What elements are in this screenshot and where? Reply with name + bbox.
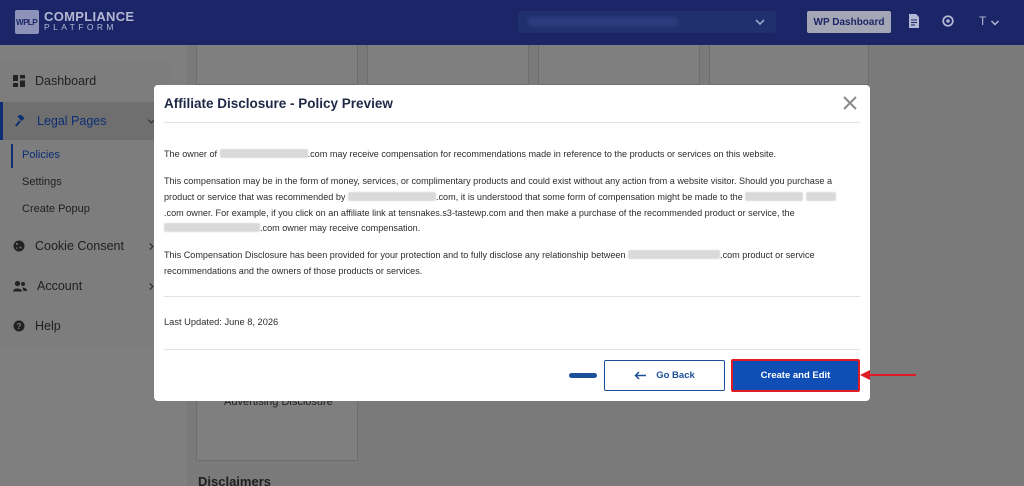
divider (164, 349, 860, 350)
sidebar-item-label: Cookie Consent (35, 239, 124, 253)
svg-text:?: ? (17, 322, 22, 331)
sidebar-item-legal-pages[interactable]: Legal Pages (0, 102, 170, 140)
annotation-arrow-icon (860, 370, 916, 380)
sidebar-subitem-policies[interactable]: Policies (22, 149, 60, 161)
active-indicator (11, 144, 13, 168)
create-and-edit-button[interactable]: Create and Edit (731, 359, 860, 392)
cookie-icon (13, 240, 25, 252)
sidebar-item-dashboard[interactable]: Dashboard (0, 63, 170, 99)
sidebar-item-label: Account (37, 279, 83, 293)
redacted-domain (628, 250, 721, 259)
policy-card[interactable] (196, 45, 358, 85)
policy-card[interactable] (367, 45, 529, 85)
redacted-domain (745, 191, 804, 201)
brand-logo[interactable]: WP LP COMPLIANCE PLATFORM (15, 10, 134, 34)
go-back-label: Go Back (656, 370, 695, 381)
policy-card[interactable] (538, 45, 700, 85)
redacted-domain (164, 223, 260, 233)
policy-preview-modal: Affiliate Disclosure - Policy Preview Th… (154, 85, 870, 401)
chevron-down-icon[interactable] (990, 18, 1000, 28)
brand-name: COMPLIANCE (44, 9, 135, 24)
sidebar-item-label: Legal Pages (37, 114, 107, 128)
chevron-down-icon (755, 19, 765, 26)
sidebar-subitem-create-popup[interactable]: Create Popup (22, 203, 90, 215)
gavel-icon (15, 115, 25, 127)
site-selector[interactable] (518, 11, 776, 33)
sidebar-item-label: Dashboard (35, 74, 97, 88)
last-updated-text: Last Updated: June 8, 2026 (164, 317, 279, 327)
modal-title: Affiliate Disclosure - Policy Preview (164, 96, 393, 111)
logo-mark-icon: WP LP (15, 10, 39, 34)
policy-card[interactable] (709, 45, 869, 85)
top-navigation-bar: WP LP COMPLIANCE PLATFORM WP Dashboard T (0, 0, 1024, 45)
user-avatar-initial[interactable]: T (979, 14, 986, 28)
redacted-domain (347, 191, 436, 201)
sidebar-item-help[interactable]: ? Help (0, 308, 170, 344)
policy-card-advertising[interactable] (196, 401, 358, 461)
sidebar-item-cookie-consent[interactable]: Cookie Consent (0, 228, 170, 264)
wp-dashboard-button[interactable]: WP Dashboard (807, 11, 891, 33)
help-icon: ? (13, 320, 25, 332)
go-back-button[interactable]: Go Back (604, 360, 725, 391)
divider (164, 122, 860, 123)
close-icon[interactable] (840, 93, 860, 113)
redacted-domain (805, 191, 836, 201)
sidebar-item-account[interactable]: Account (0, 268, 170, 304)
loading-indicator (569, 373, 597, 378)
sidebar: Dashboard Legal Pages Policies Settings … (0, 62, 170, 346)
divider (164, 296, 860, 297)
section-heading: Disclaimers (198, 474, 271, 486)
grid-icon (13, 75, 25, 87)
policy-paragraph: This compensation may be in the form of … (164, 174, 854, 237)
policy-paragraph: This Compensation Disclosure has been pr… (164, 250, 815, 276)
users-icon (13, 280, 27, 292)
redacted-domain (219, 149, 308, 158)
support-icon[interactable] (941, 13, 955, 29)
arrow-left-icon (634, 371, 647, 380)
site-selector-value-redacted (528, 17, 678, 27)
document-icon[interactable] (907, 13, 921, 29)
sidebar-subitem-settings[interactable]: Settings (22, 176, 62, 188)
policy-paragraph: The owner of .com may receive compensati… (164, 149, 777, 159)
sidebar-item-label: Help (35, 319, 61, 333)
